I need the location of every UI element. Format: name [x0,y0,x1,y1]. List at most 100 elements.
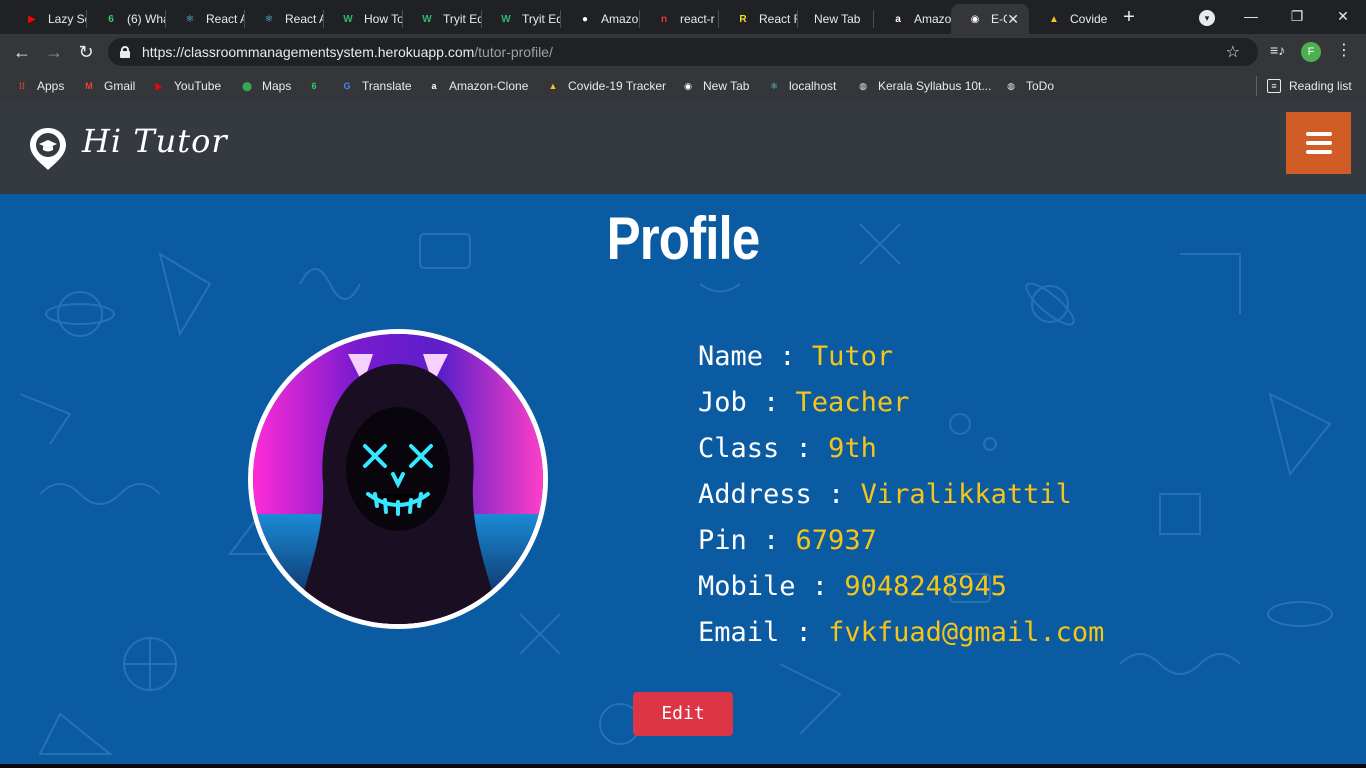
detail-value: fvkfuad@gmail.com [828,617,1105,648]
browser-tab[interactable]: ◉ E-C✕ [951,4,1029,34]
tab-label: (6) Wha [127,12,166,26]
bookmark-item[interactable]: ⬤ Maps [240,77,291,95]
tab-close-icon[interactable]: ✕ [1007,11,1019,28]
tab-label: Covide [1070,12,1108,26]
new-tab-button[interactable]: + [1118,6,1140,28]
browser-tab[interactable]: 6 (6) Wha [87,4,166,34]
detail-value: Viralikkattil [860,479,1072,510]
redux-icon: R [739,13,747,25]
browser-tab[interactable]: ⚛ React A [245,4,324,34]
tab-separator [560,10,561,28]
window-close-icon[interactable]: ✕ [1320,4,1366,28]
bookmark-item[interactable]: G Translate [340,77,412,95]
w-icon: W [422,13,432,25]
bookmark-item[interactable]: ◍ ToDo [1004,77,1054,95]
tab-search-icon[interactable]: ▾ [1199,10,1215,26]
tab-separator [165,10,166,28]
bookmark-label: Amazon-Clone [449,79,529,93]
bookmark-item[interactable]: ▶ YouTube [152,77,222,95]
graduation-pin-logo-icon[interactable] [28,126,68,172]
profile-avatar-image [248,329,548,629]
reading-list-button[interactable]: ≡ Reading list [1267,77,1352,95]
tab-label: E-C [991,12,1007,26]
location-icon: ◉ [970,13,980,25]
bookmark-item[interactable]: ◍ Kerala Syllabus 10t... [856,77,991,95]
browser-toolbar: ← → ↻ https://classroommanagementsystem.… [0,34,1366,70]
bookmark-item[interactable]: ▲ Covide-19 Tracker [546,77,667,95]
tab-label: How To [364,12,403,26]
tab-label: Lazy So [48,12,87,26]
bookmark-label: Gmail [104,79,136,93]
brand-title[interactable]: Hi Tutor [82,122,228,160]
reading-list-icon: ≡ [1267,79,1281,93]
back-arrow-icon[interactable]: ← [10,40,34,64]
detail-key: Job : [698,387,780,418]
browser-tab[interactable]: ▲ Covide [1030,4,1109,34]
bookmark-star-icon[interactable]: ☆ [1226,42,1240,62]
bookmark-item[interactable]: 6 [307,77,329,95]
globe-icon: ◍ [1007,80,1015,91]
browser-tab-strip: ▶Lazy So6(6) Wha⚛React A⚛React AWHow ToW… [0,0,1366,34]
bookmark-item[interactable]: M Gmail [82,77,135,95]
maps-icon: ⬤ [241,80,253,91]
browser-tab[interactable]: New Tab [798,4,877,34]
reload-icon[interactable]: ↻ [74,40,98,64]
browser-menu-icon[interactable]: ⋮ [1336,40,1352,60]
detail-row-pin: Pin : 67937 [698,518,1338,564]
tab-label: React R [759,12,798,26]
detail-row-address: Address : Viralikkattil [698,472,1338,518]
bookmark-item[interactable]: ⁞⁞ Apps [15,77,64,95]
media-control-icon[interactable]: ≡♪ [1270,42,1285,58]
bookmark-item[interactable]: ◉ New Tab [681,77,749,95]
forward-arrow-icon[interactable]: → [42,40,66,64]
react-icon: ⚛ [264,13,274,25]
tab-label: React A [285,12,324,26]
edit-button[interactable]: Edit [633,692,733,736]
detail-key: Pin : [698,525,780,556]
browser-tab[interactable]: R React R [719,4,798,34]
browser-tab[interactable]: W Tryit Ed [482,4,561,34]
youtube-icon: ▶ [28,13,36,25]
bookmark-label: Translate [362,79,412,93]
browser-tab[interactable]: W Tryit Ed [403,4,482,34]
minimize-icon[interactable]: — [1228,4,1274,28]
detail-row-job: Job : Teacher [698,380,1338,426]
browser-tab[interactable]: W How To [324,4,403,34]
tab-label: Tryit Ed [522,12,561,26]
github-icon: ● [581,13,589,25]
tab-label: react-r [680,12,715,26]
browser-tab[interactable]: ● Amazo [561,4,640,34]
reading-list-label: Reading list [1289,79,1352,93]
detail-key: Mobile : [698,571,829,602]
bookmark-item[interactable]: a Amazon-Clone [427,77,528,95]
address-bar[interactable]: https://classroommanagementsystem.heroku… [108,38,1258,66]
globe-icon: ◍ [859,80,867,91]
browser-tab[interactable]: a Amazo [874,4,953,34]
w-icon: W [343,13,353,25]
tab-separator [402,10,403,28]
profile-avatar[interactable]: F [1301,42,1321,62]
lock-icon [120,46,130,58]
bookmark-label: Kerala Syllabus 10t... [878,79,992,93]
tab-separator [873,10,874,28]
bookmark-item[interactable]: ⚛ localhost [767,77,836,95]
detail-value: 9th [828,433,877,464]
hamburger-menu-icon[interactable] [1286,112,1351,174]
youtube-icon: ▶ [155,80,163,91]
bookmarks-divider [1256,76,1257,96]
tab-separator [718,10,719,28]
restore-icon[interactable]: ❐ [1274,4,1320,28]
tab-label: React A [206,12,245,26]
tab-label: New Tab [814,12,861,26]
tab-separator [797,10,798,28]
tab-label: Tryit Ed [443,12,482,26]
site-header: Hi Tutor [0,102,1366,194]
amazon-icon: a [431,81,437,91]
browser-tab[interactable]: n react-r [640,4,719,34]
browser-tab[interactable]: ▶ Lazy So [8,4,87,34]
browser-tab[interactable]: ⚛ React A [166,4,245,34]
gmail-icon: M [85,81,93,91]
detail-value: Tutor [811,341,894,372]
detail-value: 67937 [795,525,877,556]
whatsapp-icon: 6 [311,81,317,91]
